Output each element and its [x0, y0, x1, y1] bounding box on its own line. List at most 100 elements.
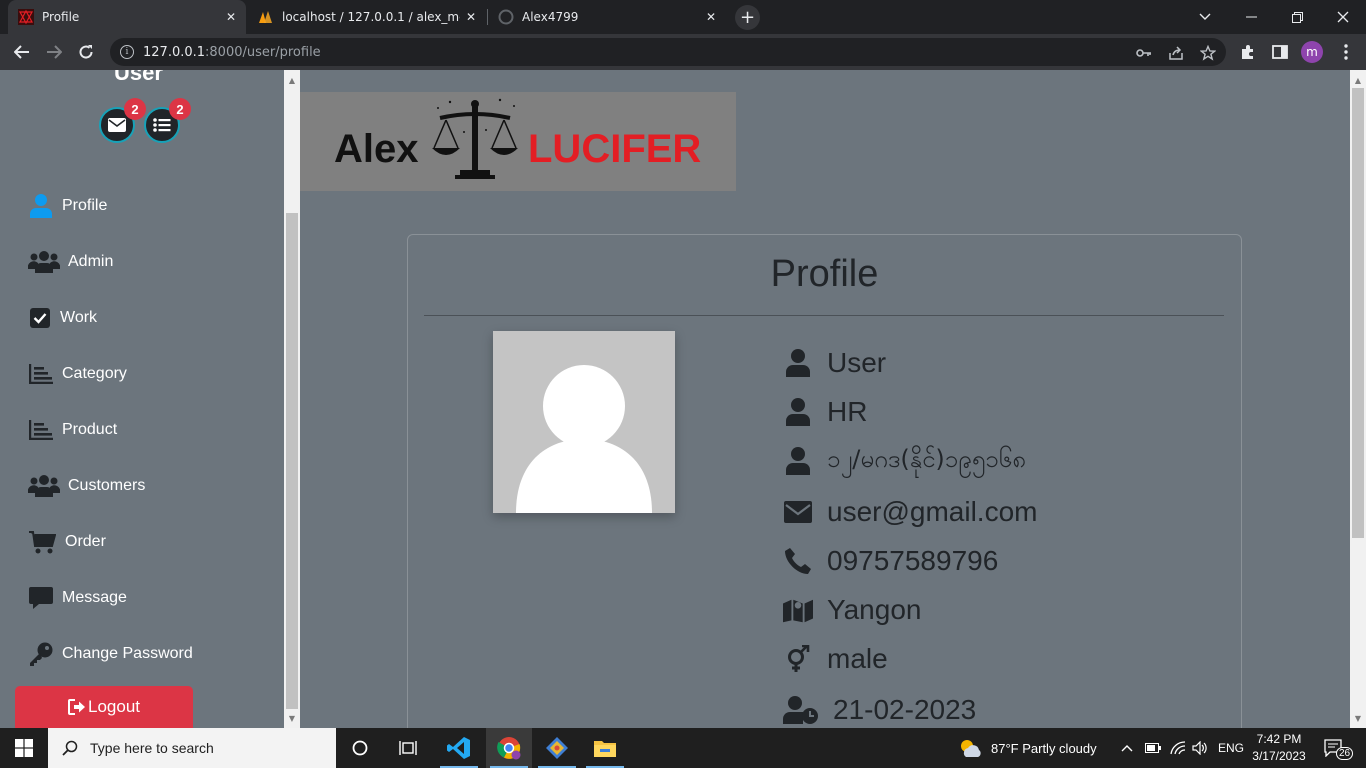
chrome-icon[interactable] [486, 728, 532, 768]
new-tab-button[interactable]: + [735, 5, 760, 30]
logout-button[interactable]: Logout [15, 686, 193, 728]
tab-github[interactable]: Alex4799 ✕ [488, 0, 726, 34]
forward-arrow-icon[interactable] [42, 40, 66, 64]
page-scroll-thumb[interactable] [1352, 88, 1364, 538]
minimize-icon[interactable] [1228, 0, 1274, 34]
info-row-phone: 09757589796 [783, 543, 998, 579]
volume-icon[interactable] [1192, 728, 1208, 768]
messages-badge-button[interactable]: 2 [99, 98, 146, 143]
tab-title: localhost / 127.0.0.1 / alex_media [282, 10, 460, 24]
input-language-indicator[interactable]: ENG [1218, 728, 1244, 768]
scroll-up-arrow-icon[interactable]: ▲ [1350, 72, 1366, 88]
profile-card: Profile User HR ၁၂/မဂဒ(နိုင်)၁၉၅၁၆၈ user… [407, 234, 1242, 728]
tab-phpmyadmin[interactable]: localhost / 127.0.0.1 / alex_media ✕ [248, 0, 486, 34]
sidebar-scroll-thumb[interactable] [286, 213, 298, 709]
sidebar-item-label: Customers [68, 477, 146, 494]
sidebar-item-message[interactable]: Message [28, 583, 127, 613]
info-row-email: user@gmail.com [783, 494, 1037, 530]
battery-icon[interactable] [1145, 728, 1161, 768]
close-icon[interactable]: ✕ [466, 10, 476, 24]
address-bar[interactable]: i 127.0.0.1:8000/user/profile [110, 38, 1226, 66]
share-icon[interactable] [1168, 45, 1184, 61]
users-icon [28, 473, 60, 499]
kebab-menu-icon[interactable] [1334, 40, 1358, 64]
sidebar-item-label: Message [62, 589, 127, 606]
sidebar-scrollbar[interactable]: ▲ ▼ [284, 70, 300, 728]
file-explorer-icon[interactable] [582, 728, 628, 768]
sidebar: User 2 2 Profile Admin Work Category Pro… [0, 70, 284, 728]
list-icon [153, 118, 171, 132]
close-icon[interactable]: ✕ [226, 10, 236, 24]
scroll-up-arrow-icon[interactable]: ▲ [284, 72, 300, 88]
info-value: ၁၂/မဂဒ(နိုင်)၁၉၅၁၆၈ [827, 445, 1026, 473]
tasks-badge-button[interactable]: 2 [144, 98, 191, 143]
envelope-icon [783, 497, 813, 527]
cortana-icon[interactable] [337, 728, 383, 768]
bookmark-star-icon[interactable] [1200, 45, 1216, 61]
sidebar-item-admin[interactable]: Admin [28, 247, 113, 277]
phone-icon [783, 546, 813, 576]
sidebar-item-profile[interactable]: Profile [28, 191, 107, 221]
sidebar-item-work[interactable]: Work [28, 303, 97, 333]
browser-profile-avatar[interactable]: m [1301, 41, 1323, 63]
tasks-count-badge: 2 [169, 98, 191, 120]
user-icon [783, 397, 813, 427]
vscode-icon[interactable] [436, 728, 482, 768]
sidebar-item-product[interactable]: Product [28, 415, 117, 445]
windows-taskbar: Type here to search 87°F Partly cloudy E… [0, 728, 1366, 768]
info-value: male [827, 643, 888, 674]
info-row-date: 21-02-2023 [783, 692, 976, 728]
info-value: user@gmail.com [827, 496, 1038, 527]
extensions-puzzle-icon[interactable] [1236, 40, 1260, 64]
info-value: 21-02-2023 [833, 694, 977, 725]
cart-icon [28, 529, 57, 555]
sidebar-item-category[interactable]: Category [28, 359, 127, 389]
sidebar-item-label: Work [60, 309, 98, 326]
windows-start-icon[interactable] [0, 728, 48, 768]
sidebar-item-customers[interactable]: Customers [28, 471, 145, 501]
scroll-down-arrow-icon[interactable]: ▼ [284, 710, 300, 726]
profile-avatar-image [493, 331, 675, 513]
side-panel-icon[interactable] [1268, 40, 1292, 64]
messages-count-badge: 2 [124, 98, 146, 120]
check-square-icon [28, 305, 52, 331]
page-scrollbar[interactable]: ▲ ▼ [1350, 70, 1366, 728]
taskbar-search-input[interactable]: Type here to search [48, 728, 336, 768]
site-info-icon[interactable]: i [120, 45, 134, 59]
taskbar-clock[interactable]: 7:42 PM 3/17/2023 [1250, 731, 1308, 765]
user-clock-icon [783, 695, 819, 725]
info-row-nrc: ၁၂/မဂဒ(နိုင်)၁၉၅၁၆၈ [783, 443, 1026, 479]
gender-icon [783, 644, 813, 674]
restore-icon[interactable] [1274, 0, 1320, 34]
weather-widget[interactable]: 87°F Partly cloudy [957, 728, 1097, 768]
task-view-icon[interactable] [385, 728, 431, 768]
sidebar-item-label: Profile [62, 197, 108, 214]
envelope-icon [108, 118, 126, 132]
users-icon [28, 249, 60, 275]
sidebar-username: User [114, 70, 163, 85]
notification-center-icon[interactable]: 26 [1324, 728, 1354, 768]
user-icon [783, 348, 813, 378]
chart-bar-icon [28, 361, 54, 387]
back-arrow-icon[interactable] [10, 40, 34, 64]
close-icon[interactable]: ✕ [706, 10, 716, 24]
sidebar-item-change-password[interactable]: Change Password [28, 639, 193, 669]
tab-profile[interactable]: Profile ✕ [8, 0, 246, 34]
wifi-icon[interactable] [1170, 728, 1186, 768]
sidebar-item-label: Order [65, 533, 106, 550]
reload-icon[interactable] [74, 40, 98, 64]
git-kraken-icon[interactable] [534, 728, 580, 768]
logo-banner: Alex LUCIFER [300, 92, 736, 191]
info-row-role: HR [783, 394, 867, 430]
user-icon [28, 193, 54, 219]
tab-search-chevron-icon[interactable] [1182, 0, 1228, 34]
sidebar-item-order[interactable]: Order [28, 527, 106, 557]
close-window-icon[interactable] [1320, 0, 1366, 34]
scroll-down-arrow-icon[interactable]: ▼ [1350, 710, 1366, 726]
show-hidden-icons-chevron-icon[interactable] [1121, 728, 1133, 768]
key-icon[interactable] [1136, 45, 1152, 61]
search-icon [62, 740, 78, 756]
browser-tab-bar: Profile ✕ localhost / 127.0.0.1 / alex_m… [0, 0, 1366, 34]
info-row-gender: male [783, 641, 888, 677]
tab-title: Profile [42, 10, 80, 24]
